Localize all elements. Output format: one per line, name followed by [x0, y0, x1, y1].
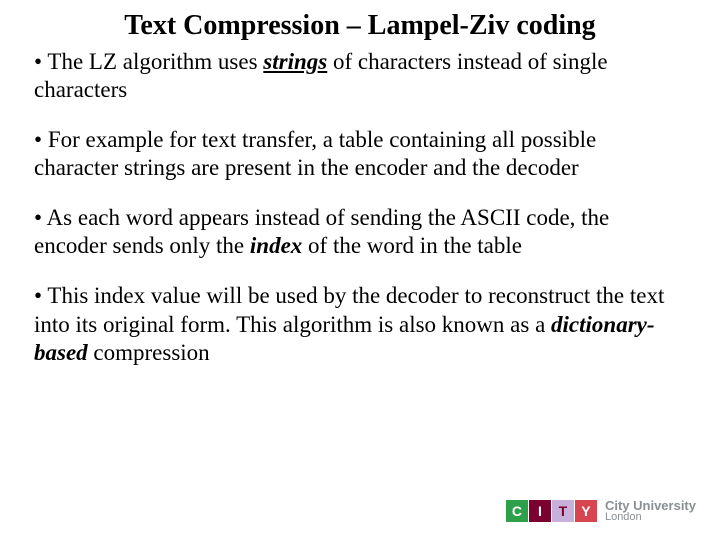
- slide-body: • The LZ algorithm uses strings of chara…: [34, 48, 686, 366]
- logo-tile-c: C: [506, 500, 528, 522]
- logo-line-2: London: [605, 512, 696, 524]
- bullet-1: • The LZ algorithm uses strings of chara…: [34, 48, 686, 104]
- university-logo: C I T Y City University London: [506, 499, 696, 524]
- bullet-2-text: For example for text transfer, a table c…: [34, 127, 596, 180]
- logo-line-1: City University: [605, 499, 696, 513]
- logo-tiles: C I T Y: [506, 500, 597, 522]
- bullet-3-em: index: [250, 233, 302, 258]
- slide: Text Compression – Lampel-Ziv coding • T…: [0, 0, 720, 540]
- bullet-4: • This index value will be used by the d…: [34, 282, 686, 366]
- logo-tile-t: T: [552, 500, 574, 522]
- bullet-2: • For example for text transfer, a table…: [34, 126, 686, 182]
- bullet-3: • As each word appears instead of sendin…: [34, 204, 686, 260]
- logo-text: City University London: [605, 499, 696, 524]
- logo-tile-i: I: [529, 500, 551, 522]
- bullet-4-post: compression: [88, 340, 210, 365]
- bullet-1-pre: The LZ algorithm uses: [47, 49, 263, 74]
- bullet-1-em: strings: [263, 49, 327, 74]
- bullet-3-post: of the word in the table: [302, 233, 522, 258]
- slide-title: Text Compression – Lampel-Ziv coding: [34, 10, 686, 42]
- logo-tile-y: Y: [575, 500, 597, 522]
